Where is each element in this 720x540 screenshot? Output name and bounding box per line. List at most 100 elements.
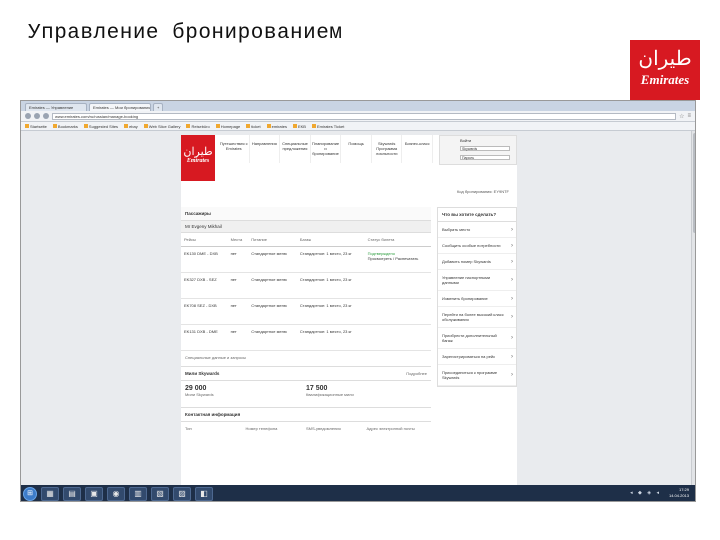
star-icon[interactable]: ☆ — [679, 113, 684, 120]
start-button[interactable]: ⊞ — [23, 487, 37, 501]
bookmark-icon — [186, 124, 191, 128]
meal-cell[interactable]: Стандартное меню — [248, 298, 297, 325]
sidebar-item-select-seat[interactable]: Выбрать место › — [438, 222, 516, 238]
tier-miles: 17 500 Квалификационные мили — [306, 385, 427, 397]
bookmark-icon — [215, 124, 220, 128]
nav-item[interactable]: Skywards Программа лояльности — [372, 135, 403, 163]
column-header: Багаж — [296, 233, 365, 247]
tray-icons[interactable]: ◂ ◆ ◈ ◂ — [630, 490, 661, 496]
sidebar-item-join-skywards[interactable]: Присоединиться к программе Skywards › — [438, 365, 516, 386]
seat-cell[interactable]: нет — [227, 246, 249, 273]
column-header: Тип — [185, 426, 192, 431]
login-panel: Войти Skywards Пароль — [439, 135, 517, 165]
taskbar: ⊞ ▦ ▤ ▣ ◉ ▥ ▧ ▨ ◧ ◂ ◆ ◈ ◂ 17:29 14.04.20… — [21, 485, 695, 501]
new-tab-button[interactable]: + — [153, 103, 163, 111]
bookmark-icon — [292, 124, 297, 128]
logo-wordmark: Emirates — [640, 72, 690, 87]
sidebar-item-passport[interactable]: Управление паспортными данными › — [438, 270, 516, 291]
nav-item[interactable]: Направления — [250, 135, 281, 163]
nav-item[interactable]: Помощь — [341, 135, 372, 163]
baggage-cell: Стандартное: 1 место, 23 кг — [296, 298, 365, 325]
column-header: SMS-уведомления — [306, 426, 341, 431]
site-logo[interactable]: ﻃﻴﺮﺍﻥ Emirates — [181, 135, 215, 181]
miles-value: 29 000 — [185, 385, 207, 392]
sidebar-item-check-in[interactable]: Зарегистрироваться на рейс › — [438, 349, 516, 365]
taskbar-app-icon[interactable]: ◧ — [195, 487, 213, 501]
bookmark-item[interactable]: Suggested Sites — [83, 124, 118, 129]
passenger-name: Mr Evgeny Mikhail — [181, 221, 431, 233]
page-viewport: ﻃﻴﺮﺍﻥ Emirates Путешествия с Emirates На… — [21, 131, 695, 485]
taskbar-app-icon[interactable]: ▧ — [151, 487, 169, 501]
taskbar-app-icon[interactable]: ▨ — [173, 487, 191, 501]
bookmark-item[interactable]: emirates — [266, 124, 287, 129]
back-icon[interactable] — [25, 113, 31, 119]
sidebar-title: Что вы хотите сделать? — [438, 208, 516, 222]
seat-cell[interactable]: нет — [227, 298, 249, 325]
miles-section: Мили Skywards Подробнее 29 000 Мили Skyw… — [181, 366, 431, 401]
sidebar-item-change-booking[interactable]: Изменить бронирование › — [438, 291, 516, 307]
bookmark-item[interactable]: Bookmarks — [52, 124, 78, 129]
seat-cell[interactable]: нет — [227, 272, 249, 299]
bookmark-item[interactable]: ebay — [124, 124, 138, 129]
system-clock[interactable]: 17:29 14.04.2013 — [669, 487, 689, 499]
sidebar-item-special-needs[interactable]: Сообщить особые потребности › — [438, 238, 516, 254]
status-cell — [364, 324, 431, 351]
taskbar-app-icon[interactable]: ▥ — [129, 487, 147, 501]
skywards-number-input[interactable]: Skywards — [460, 146, 510, 151]
chevron-right-icon: › — [511, 277, 513, 283]
nav-item[interactable]: Планирование и бронирование — [311, 135, 342, 163]
scrollbar-thumb[interactable] — [693, 133, 695, 233]
taskbar-app-icon[interactable]: ▣ — [85, 487, 103, 501]
bookmark-icon — [124, 124, 129, 128]
skywards-miles: 29 000 Мили Skywards — [185, 385, 306, 397]
taskbar-app-icon[interactable]: ◉ — [107, 487, 125, 501]
seat-cell[interactable]: нет — [227, 324, 249, 351]
miles-more-link[interactable]: Подробнее — [406, 371, 427, 376]
bookmark-item[interactable]: Reisebüro — [186, 124, 210, 129]
menu-icon[interactable]: ≡ — [687, 113, 691, 119]
sidebar-item-upgrade[interactable]: Перейти на более высокий класс обслужива… — [438, 307, 516, 328]
browser-tab-active[interactable]: Emirates — Мои бронирования — [89, 103, 151, 111]
flight-cell: EK130 DME - DXB — [181, 246, 228, 273]
flight-cell: EK131 DXB - DME — [181, 324, 228, 351]
nav-item[interactable]: Путешествия с Emirates — [219, 135, 250, 163]
nav-item[interactable]: Специальные предложения — [280, 135, 311, 163]
baggage-cell: Стандартное: 1 место, 23 кг — [296, 246, 365, 273]
bookmark-item[interactable]: EKB — [292, 124, 306, 129]
taskbar-app-icon[interactable]: ▤ — [63, 487, 81, 501]
clock-date: 14.04.2013 — [668, 493, 689, 498]
sidebar-item-add-skywards[interactable]: Добавить номер Skywards › — [438, 254, 516, 270]
forward-icon[interactable] — [34, 113, 40, 119]
sidebar-item-extra-baggage[interactable]: Приобрести дополнительный багаж › — [438, 328, 516, 349]
booking-reference: Код бронирования: EY9NTF — [456, 189, 509, 194]
chevron-right-icon: › — [511, 295, 513, 302]
taskbar-app-icon[interactable]: ▦ — [41, 487, 59, 501]
column-header: Места — [227, 233, 249, 247]
contacts-title: Контактная информация — [181, 408, 431, 422]
baggage-cell: Стандартное: 1 место, 23 кг — [296, 272, 365, 299]
bookmark-item[interactable]: Startseite — [25, 124, 47, 129]
column-header: Номер телефона — [245, 426, 278, 431]
meal-cell[interactable]: Стандартное меню — [248, 324, 297, 351]
baggage-cell: Стандартное: 1 место, 23 кг — [296, 324, 365, 351]
bookmark-item[interactable]: Homepage — [215, 124, 240, 129]
view-print-link[interactable]: Просмотреть / Распечатать — [368, 256, 428, 261]
password-input[interactable]: Пароль — [460, 155, 510, 160]
url-input[interactable]: www.emirates.com/ru/russian/manage-booki… — [52, 112, 677, 120]
meal-cell[interactable]: Стандартное меню — [248, 246, 297, 273]
nav-item[interactable]: Бизнес-класс — [402, 135, 434, 163]
bookmark-item[interactable]: Emirates Ticket — [311, 124, 344, 129]
reload-icon[interactable] — [43, 113, 49, 119]
meal-cell[interactable]: Стандартное меню — [248, 272, 297, 299]
emirates-logo: ﻃﻴﺮﺍﻥ Emirates — [630, 40, 700, 100]
arabic-calligraphy-icon: ﻃﻴﺮﺍﻥ — [183, 145, 213, 158]
special-requests-link[interactable]: Специальные данные и запросы — [181, 351, 431, 364]
column-header: Адрес электронной почты — [366, 426, 415, 431]
bookmark-item[interactable]: Web Slice Gallery — [143, 124, 180, 129]
scrollbar[interactable] — [691, 131, 695, 485]
bookmark-item[interactable]: ticket — [246, 124, 261, 129]
browser-screenshot: Emirates — Управление Emirates — Мои бро… — [20, 100, 696, 502]
browser-tab[interactable]: Emirates — Управление — [25, 103, 87, 111]
column-header: Статус билета — [364, 233, 431, 247]
bookmark-icon — [52, 124, 57, 128]
